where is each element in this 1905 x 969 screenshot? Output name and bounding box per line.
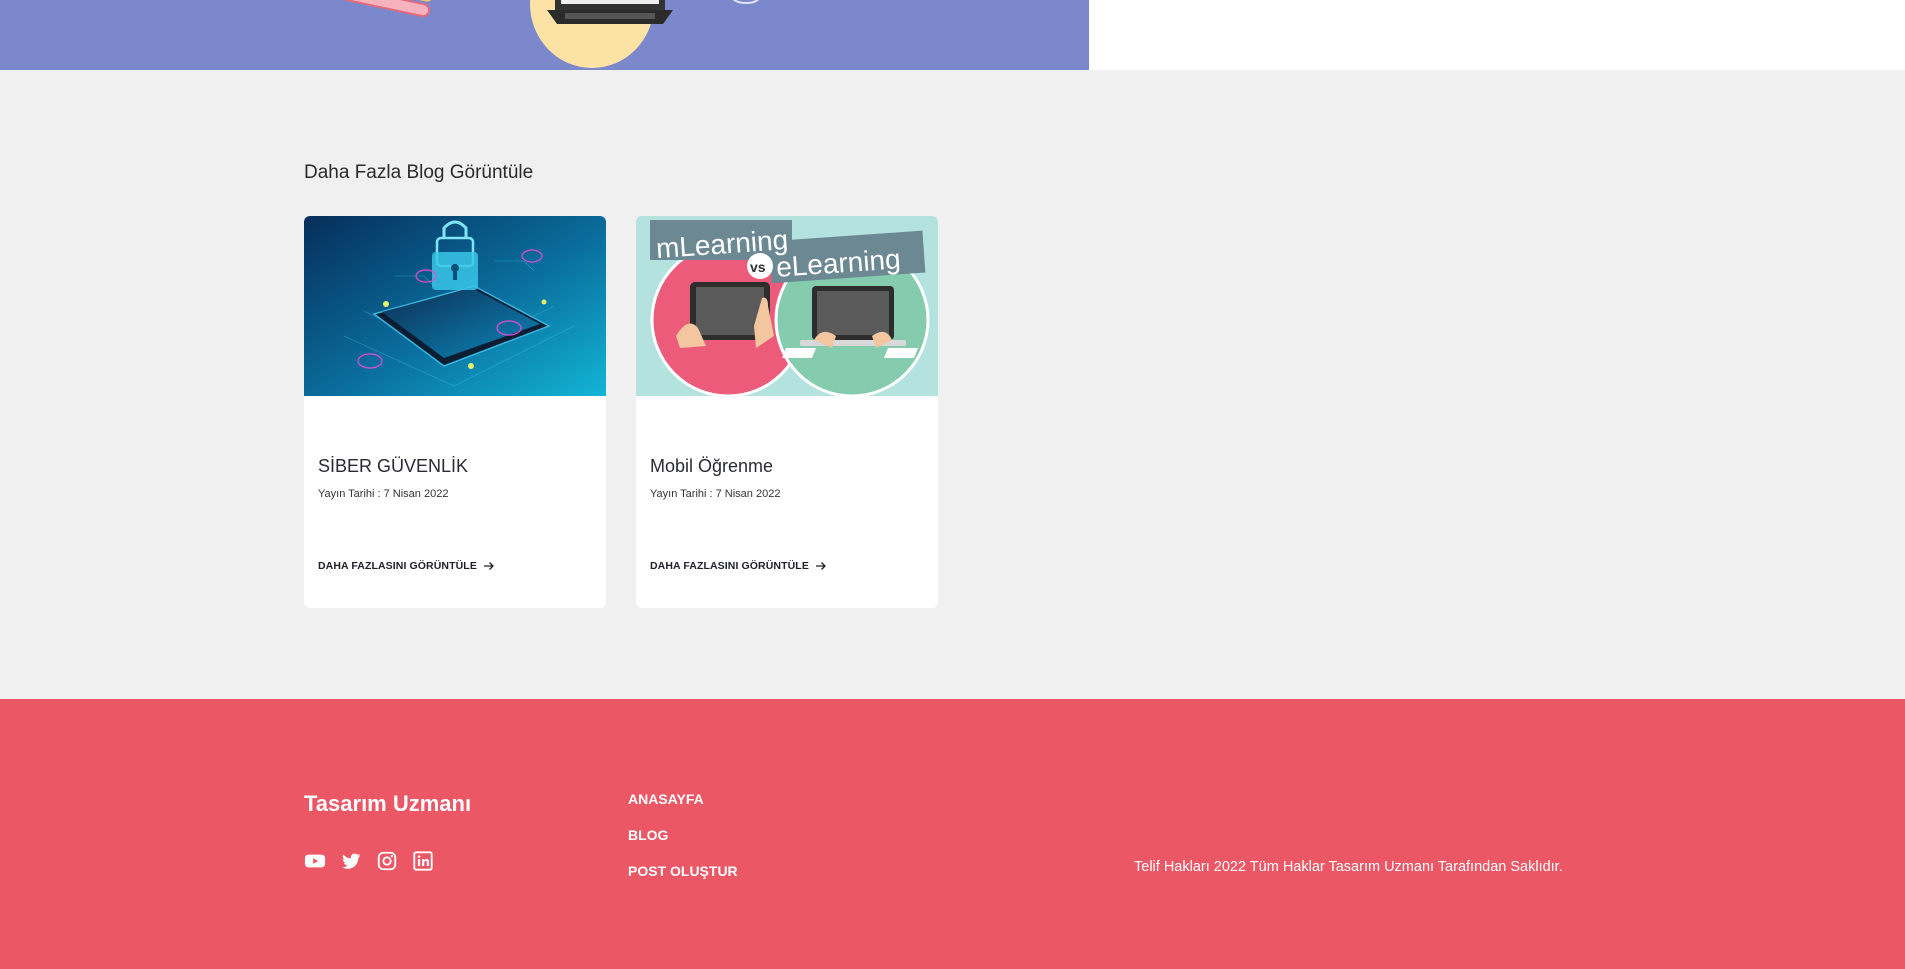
footer-nav-create-post[interactable]: POST OLUŞTUR [628, 859, 738, 895]
instagram-icon[interactable] [376, 850, 398, 872]
view-more-link[interactable]: DAHA FAZLASINI GÖRÜNTÜLE [318, 560, 495, 572]
social-links [304, 850, 434, 872]
blog-card-date: Yayın Tarihi : 7 Nisan 2022 [318, 488, 449, 500]
blog-card-cyber-security[interactable]: SİBER GÜVENLİK Yayın Tarihi : 7 Nisan 20… [304, 216, 606, 608]
hero-right-blank [1089, 0, 1905, 70]
books-illustration [340, 0, 434, 18]
blog-card-mobile-learning[interactable]: mLearning vs eLearning Mobil Öğrenme Yay… [636, 216, 938, 608]
more-blogs-section: Daha Fazla Blog Görüntüle SİBER GÜVENLİK… [0, 70, 1905, 699]
footer-nav-blog[interactable]: BLOG [628, 823, 738, 859]
vs-label: vs [750, 259, 766, 275]
youtube-icon[interactable] [304, 850, 326, 872]
arrow-right-icon [483, 562, 494, 570]
laptop-illustration [547, 0, 673, 24]
cyber-security-lock-phone-image[interactable] [304, 216, 606, 396]
view-more-link[interactable]: DAHA FAZLASINI GÖRÜNTÜLE [650, 560, 827, 572]
footer-nav: ANASAYFA BLOG POST OLUŞTUR [628, 787, 738, 895]
view-more-label[interactable]: DAHA FAZLASINI GÖRÜNTÜLE [318, 560, 477, 572]
hero-ring-decoration [726, 0, 766, 4]
blog-card-title[interactable]: Mobil Öğrenme [650, 456, 773, 477]
blog-card-date: Yayın Tarihi : 7 Nisan 2022 [650, 488, 781, 500]
hero-banner [0, 0, 1089, 70]
mlearning-vs-elearning-image[interactable]: mLearning vs eLearning [636, 216, 938, 396]
more-blogs-heading: Daha Fazla Blog Görüntüle [304, 162, 534, 183]
linkedin-icon[interactable] [412, 850, 434, 872]
twitter-icon[interactable] [340, 850, 362, 872]
view-more-label[interactable]: DAHA FAZLASINI GÖRÜNTÜLE [650, 560, 809, 572]
footer-nav-home[interactable]: ANASAYFA [628, 787, 738, 823]
footer-brand[interactable]: Tasarım Uzmanı [304, 791, 471, 817]
copyright-text: Telif Hakları 2022 Tüm Haklar Tasarım Uz… [1134, 859, 1563, 875]
blog-card-title[interactable]: SİBER GÜVENLİK [318, 456, 468, 477]
arrow-right-icon [815, 562, 826, 570]
site-footer: Tasarım Uzmanı ANASAYFA BLOG POST OLUŞTU… [0, 699, 1905, 969]
